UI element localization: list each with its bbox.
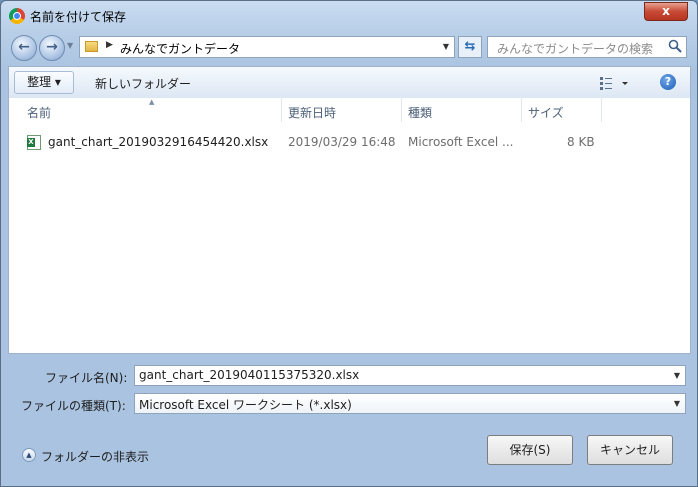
save-button[interactable]: 保存(S) [487, 435, 573, 465]
filetype-dropdown-icon[interactable]: ▼ [674, 399, 680, 408]
save-as-dialog: 名前を付けて保存 x ← → ▼ ▶ みんなでガントデータ ▼ ⇆ みんなでガン… [0, 0, 698, 487]
filename-value: gant_chart_2019040115375320.xlsx [139, 368, 360, 382]
help-icon[interactable]: ? [660, 74, 676, 90]
file-list: ▲ 名前 更新日時 種類 サイズ gant_chart_201903291645… [8, 98, 691, 354]
search-placeholder: みんなでガントデータの検索 [497, 42, 654, 56]
back-arrow-icon: ← [18, 39, 30, 55]
filetype-select[interactable]: Microsoft Excel ワークシート (*.xlsx) ▼ [134, 393, 686, 414]
column-divider[interactable] [521, 98, 522, 122]
organize-button[interactable]: 整理 ▾ [14, 71, 74, 94]
column-header-size[interactable]: サイズ [528, 104, 564, 121]
refresh-icon: ⇆ [464, 39, 476, 54]
address-bar[interactable]: ▶ みんなでガントデータ ▼ [79, 36, 455, 58]
dialog-title: 名前を付けて保存 [30, 10, 127, 24]
hide-folders-toggle[interactable]: フォルダーの非表示 [41, 448, 149, 465]
folder-icon [85, 41, 98, 52]
column-divider[interactable] [401, 98, 402, 122]
filetype-value: Microsoft Excel ワークシート (*.xlsx) [139, 398, 352, 412]
chevron-up-icon[interactable]: ▲ [22, 448, 36, 462]
column-divider[interactable] [601, 98, 602, 122]
new-folder-button[interactable]: 新しいフォルダー [95, 75, 191, 92]
table-row[interactable]: gant_chart_2019032916454420.xlsx 2019/03… [9, 132, 690, 152]
sort-ascending-icon: ▲ [149, 98, 155, 106]
title-bar: 名前を付けて保存 x [1, 1, 697, 31]
filename-input[interactable]: gant_chart_2019040115375320.xlsx ▼ [134, 365, 686, 386]
search-icon[interactable] [668, 39, 682, 53]
file-modified: 2019/03/29 16:48 [288, 135, 396, 149]
excel-file-icon [27, 135, 41, 150]
breadcrumb-current-folder[interactable]: みんなでガントデータ [120, 40, 240, 57]
column-header-type[interactable]: 種類 [408, 104, 432, 121]
file-type: Microsoft Excel ... [408, 135, 514, 149]
filename-label: ファイル名(N): [45, 371, 128, 385]
file-name: gant_chart_2019032916454420.xlsx [48, 135, 269, 149]
refresh-button[interactable]: ⇆ [458, 36, 482, 58]
close-button[interactable]: x [644, 2, 688, 21]
search-input[interactable]: みんなでガントデータの検索 [487, 36, 687, 58]
cancel-button[interactable]: キャンセル [587, 435, 673, 465]
address-dropdown-icon[interactable]: ▼ [443, 42, 449, 51]
forward-button[interactable]: → [39, 35, 65, 61]
filetype-label: ファイルの種類(T): [21, 399, 126, 413]
toolbar: 整理 ▾ 新しいフォルダー ? [8, 66, 691, 98]
chrome-icon [9, 8, 25, 24]
back-button[interactable]: ← [11, 35, 37, 61]
column-divider[interactable] [281, 98, 282, 122]
file-size: 8 KB [567, 135, 595, 149]
filename-dropdown-icon[interactable]: ▼ [674, 371, 680, 380]
column-header-name[interactable]: 名前 [27, 104, 51, 121]
forward-arrow-icon: → [46, 39, 58, 55]
view-icon[interactable] [599, 74, 629, 92]
recent-locations-dropdown-icon[interactable]: ▼ [67, 41, 73, 50]
breadcrumb-chevron-icon[interactable]: ▶ [106, 40, 113, 50]
column-header-modified[interactable]: 更新日時 [288, 104, 336, 121]
